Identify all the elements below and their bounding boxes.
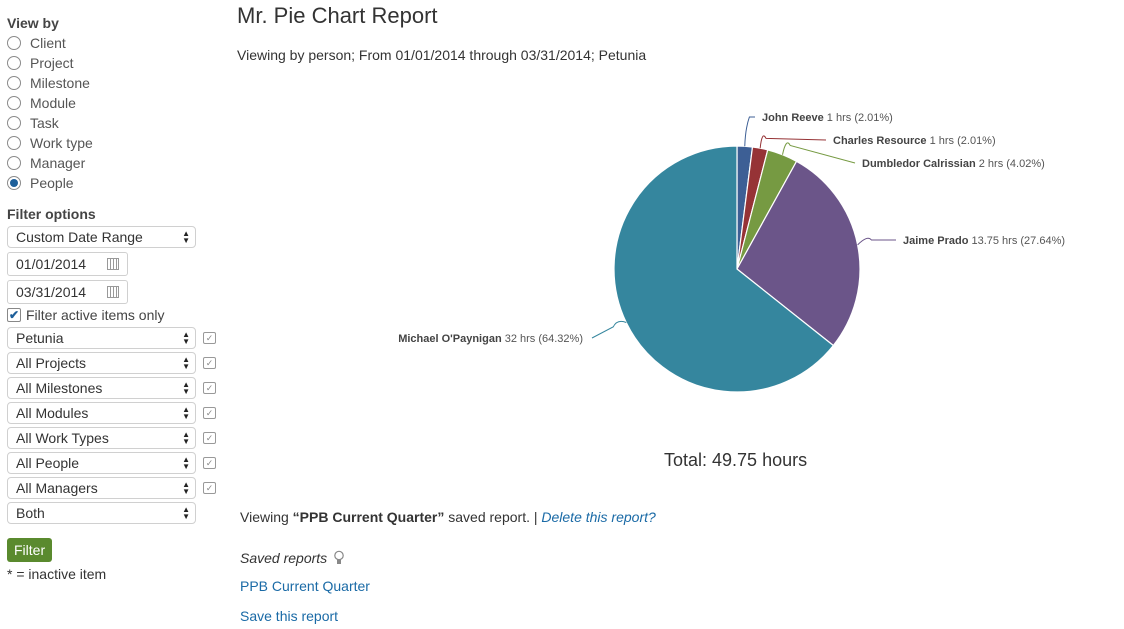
slice-label-value: 32 hrs (64.32%)	[502, 333, 583, 345]
saved-reports-header: Saved reports	[240, 550, 345, 566]
select-arrows-icon: ▲ ▼	[182, 480, 190, 496]
filter-select-value: All Managers	[16, 480, 98, 496]
saved-report-link[interactable]: PPB Current Quarter	[240, 578, 370, 594]
leader-line	[591, 320, 627, 339]
select-all-toggle-icon[interactable]: ✓	[203, 482, 216, 494]
slice-label: Jaime Prado 13.75 hrs (27.64%)	[903, 235, 1065, 247]
lightbulb-icon[interactable]	[333, 550, 345, 566]
select-arrows-icon: ▲ ▼	[182, 505, 190, 521]
pie-chart: John Reeve 1 hrs (2.01%)Charles Resource…	[398, 112, 1065, 393]
save-report-link[interactable]: Save this report	[240, 608, 338, 624]
filter-select[interactable]: All People ▲ ▼	[7, 452, 196, 474]
filter-select-value: All People	[16, 455, 80, 471]
slice-label: Charles Resource 1 hrs (2.01%)	[833, 135, 996, 147]
filter-button[interactable]: Filter	[7, 538, 53, 562]
viewing-report-line: Viewing “PPB Current Quarter” saved repo…	[240, 509, 656, 525]
filter-select[interactable]: Both ▲ ▼	[7, 502, 196, 524]
slice-label-name: Jaime Prado	[903, 235, 969, 247]
footnote: * = inactive item	[7, 566, 107, 582]
total-hours: Total: 49.75 hours	[664, 450, 808, 470]
viewing-suffix: saved report. |	[444, 509, 542, 525]
filter-select-value: Both	[16, 505, 45, 521]
filter-select[interactable]: All Managers ▲ ▼	[7, 477, 196, 499]
slice-label: John Reeve 1 hrs (2.01%)	[762, 112, 893, 124]
slice-label-name: John Reeve	[762, 112, 824, 124]
slice-label-name: Charles Resource	[833, 135, 927, 147]
slice-label-value: 1 hrs (2.01%)	[927, 135, 996, 147]
slice-label: Dumbledor Calrissian 2 hrs (4.02%)	[862, 158, 1045, 170]
select-arrows-icon: ▲ ▼	[182, 455, 190, 471]
delete-report-link[interactable]: Delete this report?	[541, 509, 655, 525]
slice-label: Michael O'Paynigan 32 hrs (64.32%)	[398, 333, 583, 345]
slice-label-value: 1 hrs (2.01%)	[824, 112, 893, 124]
slice-label-value: 13.75 hrs (27.64%)	[968, 235, 1065, 247]
slice-label-value: 2 hrs (4.02%)	[976, 158, 1045, 170]
viewing-report-name: “PPB Current Quarter”	[292, 509, 445, 525]
viewing-prefix: Viewing	[240, 509, 293, 525]
leader-line	[744, 116, 755, 147]
slice-label-name: Michael O'Paynigan	[398, 333, 502, 345]
leader-line	[857, 237, 896, 246]
select-all-toggle-icon[interactable]: ✓	[203, 457, 216, 469]
saved-reports-label: Saved reports	[240, 550, 328, 566]
slice-label-name: Dumbledor Calrissian	[862, 158, 976, 170]
